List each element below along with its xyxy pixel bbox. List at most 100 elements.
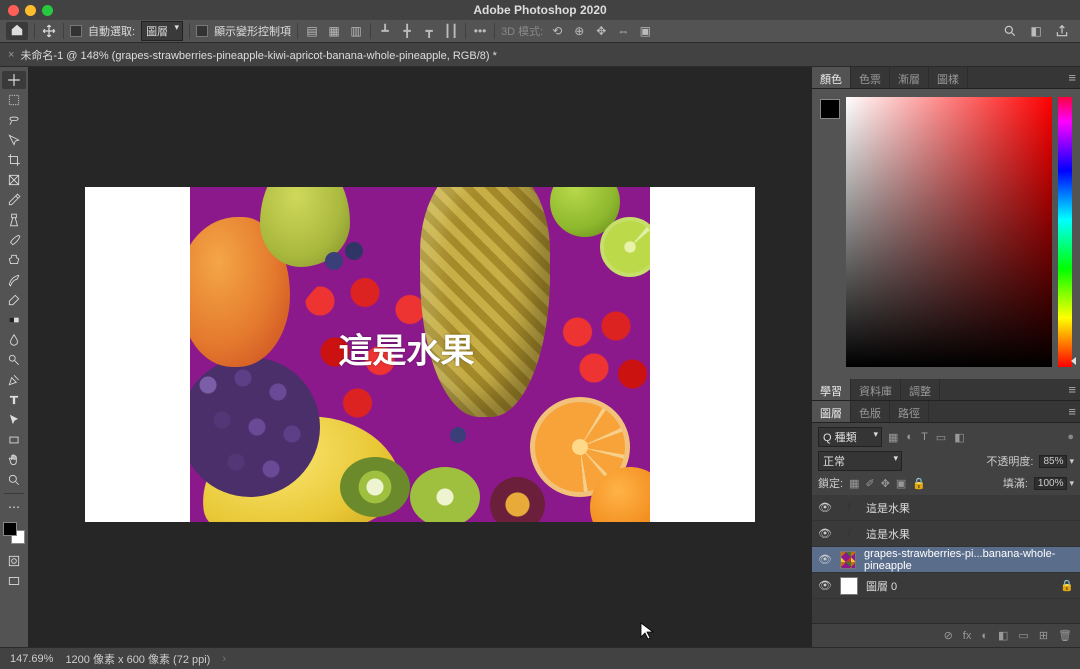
tab-learn[interactable]: 學習 (812, 379, 851, 400)
auto-select-checkbox[interactable] (70, 25, 82, 37)
hue-strip[interactable] (1058, 97, 1072, 367)
layer-mask-icon[interactable]: ◐ (981, 630, 988, 642)
align-left-icon[interactable]: ▤ (304, 24, 320, 38)
window-close-button[interactable] (8, 5, 19, 16)
fill-chevron-icon[interactable]: ▾ (1069, 478, 1074, 489)
clone-stamp-tool[interactable] (2, 251, 26, 269)
window-minimize-button[interactable] (25, 5, 36, 16)
tab-gradients[interactable]: 漸層 (890, 67, 929, 88)
tab-channels[interactable]: 色版 (851, 401, 890, 422)
lock-pixels-icon[interactable]: ▦ (849, 477, 859, 490)
filter-adjustment-icon[interactable]: ◐ (906, 431, 913, 443)
visibility-toggle-icon[interactable]: 👁 (818, 527, 832, 540)
3d-slide-icon[interactable]: ⇔ (615, 24, 631, 38)
lock-position-brush-icon[interactable]: ✐ (865, 477, 874, 490)
blend-mode-dropdown[interactable]: 正常 (818, 451, 902, 471)
opacity-value[interactable]: 85% (1039, 455, 1067, 468)
layer-row[interactable]: 👁 T 這是水果 (812, 521, 1080, 547)
canvas-area[interactable]: 這是水果 (28, 67, 812, 647)
show-transform-checkbox[interactable] (196, 25, 208, 37)
frame-tool[interactable] (2, 171, 26, 189)
type-tool[interactable] (2, 391, 26, 409)
tab-color[interactable]: 顏色 (812, 67, 851, 88)
crop-tool[interactable] (2, 151, 26, 169)
lasso-tool[interactable] (2, 111, 26, 129)
dodge-tool[interactable] (2, 351, 26, 369)
3d-zoom-icon[interactable]: ▣ (637, 24, 653, 38)
filter-type-icon[interactable]: T (921, 431, 928, 443)
layer-filter-type-dropdown[interactable]: Q 種類 (818, 427, 882, 447)
brush-tool[interactable] (2, 231, 26, 249)
color-fg-swatch[interactable] (820, 99, 840, 119)
layer-row[interactable]: 👁 圖層 0 🔒 (812, 573, 1080, 599)
marquee-tool[interactable] (2, 91, 26, 109)
window-zoom-button[interactable] (42, 5, 53, 16)
color-swatches[interactable] (3, 522, 25, 544)
hand-tool[interactable] (2, 451, 26, 469)
filter-toggle-icon[interactable]: ● (1067, 431, 1074, 443)
artboard[interactable]: 這是水果 (85, 187, 755, 522)
quick-mask-icon[interactable] (2, 552, 26, 570)
share-icon[interactable] (1054, 24, 1070, 38)
fill-value[interactable]: 100% (1034, 477, 1068, 490)
move-tool[interactable] (2, 71, 26, 89)
more-align-icon[interactable]: ••• (472, 24, 488, 38)
healing-brush-tool[interactable] (2, 211, 26, 229)
path-selection-tool[interactable] (2, 411, 26, 429)
layer-name[interactable]: 這是水果 (866, 500, 910, 516)
adjustment-layer-icon[interactable]: ◧ (998, 629, 1008, 642)
tab-paths[interactable]: 路徑 (890, 401, 929, 422)
auto-select-target-dropdown[interactable]: 圖層 (141, 21, 183, 41)
3d-orbit-icon[interactable]: ⟲ (549, 24, 565, 38)
link-layers-icon[interactable]: ⊘ (944, 629, 953, 642)
hue-handle-icon[interactable] (1071, 357, 1076, 365)
eyedropper-tool[interactable] (2, 191, 26, 209)
history-brush-tool[interactable] (2, 271, 26, 289)
zoom-tool[interactable] (2, 471, 26, 489)
visibility-toggle-icon[interactable]: 👁 (818, 579, 832, 592)
layer-fx-icon[interactable]: fx (963, 630, 972, 642)
workspace-picker-icon[interactable]: ◧ (1028, 24, 1044, 38)
layer-name[interactable]: grapes-strawberries-pi...banana-whole-pi… (864, 548, 1074, 572)
distribute-icon[interactable]: ┃┃ (443, 24, 459, 38)
tab-adjustments[interactable]: 調整 (901, 379, 940, 400)
pen-tool[interactable] (2, 371, 26, 389)
filter-shape-icon[interactable]: ▭ (936, 431, 946, 444)
filter-pixel-icon[interactable]: ▦ (888, 431, 898, 444)
layer-row[interactable]: 👁 T 這是水果 (812, 495, 1080, 521)
align-center-h-icon[interactable]: ▦ (326, 24, 342, 38)
align-top-icon[interactable]: ┻ (377, 24, 393, 38)
layers-panel-menu-icon[interactable]: ≡ (1068, 404, 1076, 419)
tab-layers[interactable]: 圖層 (812, 401, 851, 422)
delete-layer-icon[interactable]: 🗑 (1058, 629, 1072, 642)
new-layer-icon[interactable]: ⊞ (1039, 629, 1048, 642)
lock-artboard-icon[interactable]: ▣ (896, 477, 906, 490)
move-tool-icon[interactable] (41, 23, 57, 39)
align-middle-icon[interactable]: ╋ (399, 24, 415, 38)
opacity-chevron-icon[interactable]: ▾ (1069, 456, 1074, 467)
layer-name[interactable]: 圖層 0 (866, 578, 897, 594)
screen-mode-icon[interactable] (2, 572, 26, 590)
blur-tool[interactable] (2, 331, 26, 349)
tab-patterns[interactable]: 圖樣 (929, 67, 968, 88)
foreground-color-swatch[interactable] (3, 522, 17, 536)
3d-roll-icon[interactable]: ⊕ (571, 24, 587, 38)
document-tab[interactable]: × 未命名-1 @ 148% (grapes-strawberries-pine… (8, 47, 497, 63)
close-tab-icon[interactable]: × (8, 49, 14, 61)
lock-position-icon[interactable]: ✥ (881, 477, 890, 490)
tab-swatches[interactable]: 色票 (851, 67, 890, 88)
libraries-panel-menu-icon[interactable]: ≡ (1068, 382, 1076, 397)
visibility-toggle-icon[interactable]: 👁 (818, 501, 832, 514)
lock-icon[interactable]: 🔒 (1060, 579, 1074, 592)
align-right-icon[interactable]: ▥ (348, 24, 364, 38)
home-button[interactable] (6, 22, 28, 40)
tab-libraries[interactable]: 資料庫 (851, 379, 901, 400)
color-panel-menu-icon[interactable]: ≡ (1068, 70, 1076, 85)
search-icon[interactable] (1002, 24, 1018, 38)
visibility-toggle-icon[interactable]: 👁 (818, 553, 832, 566)
layer-name[interactable]: 這是水果 (866, 526, 910, 542)
edit-toolbar-icon[interactable]: ⋯ (2, 498, 26, 516)
group-icon[interactable]: ▭ (1018, 629, 1028, 642)
layer-row[interactable]: 👁 grapes-strawberries-pi...banana-whole-… (812, 547, 1080, 573)
rectangle-tool[interactable] (2, 431, 26, 449)
